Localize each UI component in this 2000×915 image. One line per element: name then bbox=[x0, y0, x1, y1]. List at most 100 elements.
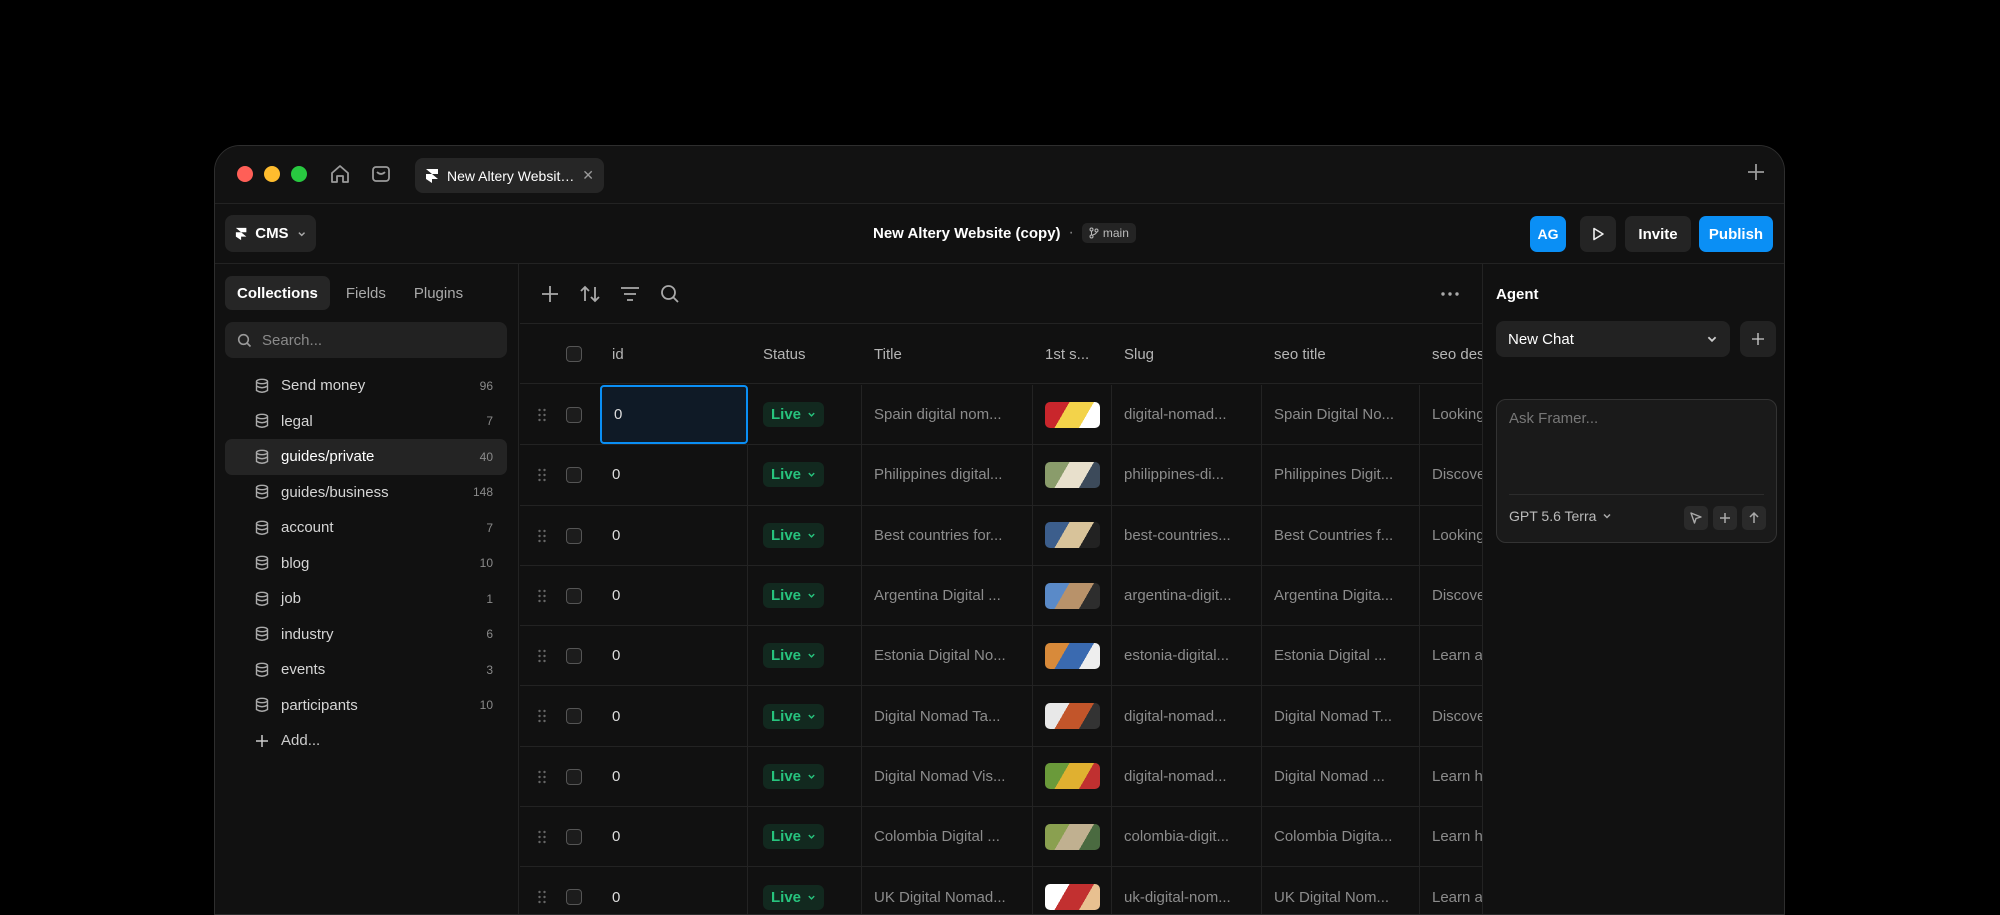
id-cell[interactable]: 0 bbox=[600, 807, 748, 867]
table-row[interactable]: 0 Live Digital Nomad Vis... digital-nomad..… bbox=[520, 746, 1482, 808]
id-cell[interactable]: 0 bbox=[600, 867, 748, 914]
image-cell[interactable] bbox=[1033, 565, 1112, 626]
publish-button[interactable]: Publish bbox=[1699, 216, 1773, 252]
send-button[interactable] bbox=[1742, 506, 1766, 530]
id-cell[interactable]: 0 bbox=[600, 686, 748, 746]
status-badge[interactable]: Live bbox=[763, 462, 825, 488]
id-cell[interactable]: 0 bbox=[600, 385, 748, 445]
seo-desc-cell[interactable]: Discove bbox=[1420, 445, 1482, 504]
drag-handle-icon[interactable] bbox=[537, 467, 547, 483]
tab-collections[interactable]: Collections bbox=[225, 276, 330, 310]
minimize-window-button[interactable] bbox=[264, 166, 280, 182]
row-checkbox[interactable] bbox=[566, 527, 582, 544]
seo-title-cell[interactable]: Spain Digital No... bbox=[1262, 385, 1420, 445]
status-badge[interactable]: Live bbox=[763, 763, 825, 789]
ask-input[interactable] bbox=[1509, 410, 1759, 470]
status-cell[interactable]: Live bbox=[751, 626, 862, 686]
drag-handle-icon[interactable] bbox=[537, 588, 547, 604]
title-cell[interactable]: Spain digital nom... bbox=[862, 385, 1033, 445]
slug-cell[interactable]: digital-nomad... bbox=[1112, 385, 1262, 445]
status-cell[interactable]: Live bbox=[751, 867, 862, 914]
seo-desc-cell[interactable]: Learn a bbox=[1420, 867, 1482, 914]
home-icon[interactable] bbox=[329, 163, 351, 185]
status-badge[interactable]: Live bbox=[763, 884, 825, 910]
row-checkbox[interactable] bbox=[566, 708, 582, 725]
seo-title-cell[interactable]: Philippines Digit... bbox=[1262, 445, 1420, 505]
inbox-icon[interactable] bbox=[370, 163, 392, 185]
sidebar-item-collection[interactable]: legal 7 bbox=[225, 404, 507, 440]
column-header[interactable]: 1st s... bbox=[1045, 324, 1112, 384]
image-cell[interactable] bbox=[1033, 807, 1112, 867]
chat-select[interactable]: New Chat bbox=[1496, 321, 1730, 357]
seo-desc-cell[interactable]: Discove bbox=[1420, 566, 1482, 625]
row-checkbox[interactable] bbox=[566, 768, 582, 785]
column-header[interactable]: Title bbox=[874, 324, 1033, 384]
slug-cell[interactable]: best-countries... bbox=[1112, 505, 1262, 565]
avatar[interactable]: AG bbox=[1530, 216, 1566, 252]
title-cell[interactable]: Digital Nomad Vis... bbox=[862, 746, 1033, 807]
invite-button[interactable]: Invite bbox=[1625, 216, 1691, 252]
status-cell[interactable]: Live bbox=[751, 385, 862, 445]
add-collection-button[interactable]: Add... bbox=[225, 723, 507, 758]
id-cell[interactable]: 0 bbox=[600, 746, 748, 807]
sort-icon[interactable] bbox=[578, 282, 602, 306]
status-badge[interactable]: Live bbox=[763, 824, 825, 850]
seo-title-cell[interactable]: Estonia Digital ... bbox=[1262, 626, 1420, 686]
close-window-button[interactable] bbox=[237, 166, 253, 182]
sidebar-item-collection[interactable]: industry 6 bbox=[225, 617, 507, 653]
new-tab-icon[interactable] bbox=[1744, 160, 1768, 184]
title-cell[interactable]: Best countries for... bbox=[862, 505, 1033, 565]
status-cell[interactable]: Live bbox=[751, 565, 862, 626]
title-cell[interactable]: Philippines digital... bbox=[862, 445, 1033, 505]
seo-desc-cell[interactable]: Learn a bbox=[1420, 626, 1482, 685]
new-chat-button[interactable] bbox=[1740, 321, 1776, 357]
seo-desc-cell[interactable]: Learn h bbox=[1420, 747, 1482, 806]
row-checkbox[interactable] bbox=[566, 407, 582, 423]
row-checkbox[interactable] bbox=[566, 648, 582, 665]
row-checkbox[interactable] bbox=[566, 587, 582, 604]
image-cell[interactable] bbox=[1033, 626, 1112, 686]
drag-handle-icon[interactable] bbox=[537, 528, 547, 544]
title-cell[interactable]: Digital Nomad Ta... bbox=[862, 686, 1033, 746]
id-cell[interactable]: 0 bbox=[600, 565, 748, 626]
seo-desc-cell[interactable]: Discove bbox=[1420, 686, 1482, 745]
close-tab-icon[interactable]: ✕ bbox=[582, 167, 594, 184]
row-checkbox[interactable] bbox=[566, 467, 582, 484]
title-cell[interactable]: Estonia Digital No... bbox=[862, 626, 1033, 686]
seo-desc-cell[interactable]: Learn h bbox=[1420, 807, 1482, 866]
column-header[interactable]: id bbox=[612, 324, 748, 384]
slug-cell[interactable]: colombia-digit... bbox=[1112, 807, 1262, 867]
table-row[interactable]: 0 Live Best countries for... best-countries… bbox=[520, 505, 1482, 566]
table-row[interactable]: 0 Live Colombia Digital ... colombia-digit.… bbox=[520, 807, 1482, 868]
preview-button[interactable] bbox=[1580, 216, 1616, 252]
status-cell[interactable]: Live bbox=[751, 746, 862, 807]
search-input[interactable] bbox=[262, 331, 482, 349]
id-cell[interactable]: 0 bbox=[600, 445, 748, 505]
id-cell[interactable]: 0 bbox=[600, 505, 748, 565]
select-element-button[interactable] bbox=[1684, 506, 1708, 530]
title-cell[interactable]: UK Digital Nomad... bbox=[862, 867, 1033, 914]
image-cell[interactable] bbox=[1033, 867, 1112, 914]
table-row[interactable]: 0 Live Spain digital nom... digital-nomad..… bbox=[520, 385, 1482, 446]
seo-title-cell[interactable]: Digital Nomad ... bbox=[1262, 746, 1420, 807]
branch-badge[interactable]: main bbox=[1081, 223, 1136, 243]
tab-fields[interactable]: Fields bbox=[334, 276, 398, 310]
seo-desc-cell[interactable]: Looking bbox=[1420, 506, 1482, 565]
mode-switcher-button[interactable]: CMS bbox=[225, 215, 316, 252]
slug-cell[interactable]: philippines-di... bbox=[1112, 445, 1262, 505]
sidebar-item-collection[interactable]: guides/private 40 bbox=[225, 439, 507, 475]
status-cell[interactable]: Live bbox=[751, 807, 862, 867]
sidebar-item-collection[interactable]: Send money 96 bbox=[225, 368, 507, 404]
status-cell[interactable]: Live bbox=[751, 505, 862, 565]
drag-handle-icon[interactable] bbox=[537, 889, 547, 905]
table-row[interactable]: 0 Live Digital Nomad Ta... digital-nomad...… bbox=[520, 686, 1482, 747]
status-badge[interactable]: Live bbox=[763, 643, 825, 669]
image-cell[interactable] bbox=[1033, 746, 1112, 807]
image-cell[interactable] bbox=[1033, 445, 1112, 505]
status-badge[interactable]: Live bbox=[763, 703, 825, 729]
sidebar-item-collection[interactable]: participants 10 bbox=[225, 688, 507, 724]
status-badge[interactable]: Live bbox=[763, 402, 825, 428]
seo-title-cell[interactable]: Argentina Digita... bbox=[1262, 565, 1420, 626]
row-checkbox[interactable] bbox=[566, 889, 582, 906]
status-cell[interactable]: Live bbox=[751, 686, 862, 746]
